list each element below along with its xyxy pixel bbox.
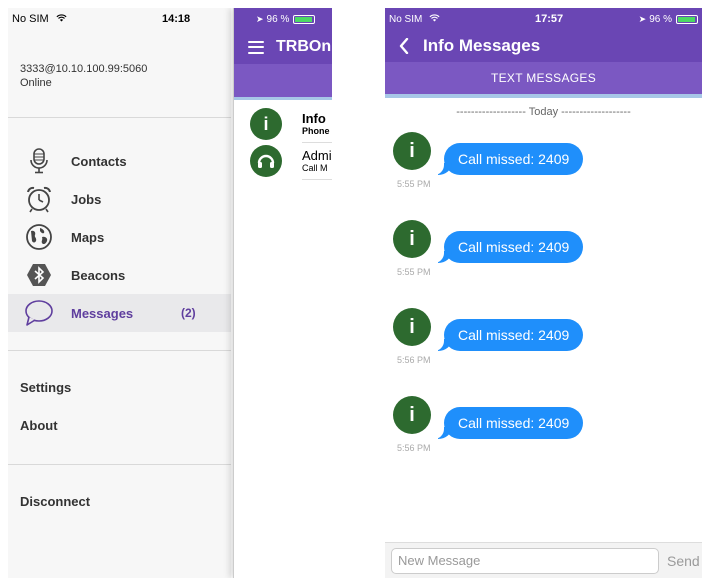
menu-label: Maps: [71, 229, 105, 245]
menu-label: Messages: [71, 305, 134, 321]
settings-item[interactable]: Settings: [8, 368, 231, 406]
app-header: TRBOn: [234, 30, 332, 64]
wifi-icon: [429, 13, 440, 22]
send-button[interactable]: Send: [667, 553, 700, 569]
location-arrow-icon: ➤: [256, 13, 264, 24]
drawer-menu: Contacts Jobs Maps Beacons Messages (2): [8, 142, 231, 332]
battery-status: ➤ 96 %: [639, 14, 698, 25]
about-item[interactable]: About: [8, 406, 231, 444]
menu-label: Contacts: [71, 153, 127, 169]
battery-icon: [676, 14, 698, 24]
account-state: Online: [20, 77, 52, 89]
conversation-name: Info: [302, 110, 326, 126]
microphone-icon: [24, 146, 54, 176]
menu-item-contacts[interactable]: Contacts: [8, 142, 231, 180]
message-bubble[interactable]: Call missed: 2409: [433, 143, 584, 175]
conversation-name: Admi: [302, 147, 332, 163]
tab-text-messages[interactable]: TEXT MESSAGES: [491, 71, 596, 85]
hamburger-menu-icon[interactable]: [248, 40, 264, 54]
conversation-list-screen: ➤ 96 % TRBOn i Info Phone Admi Call M: [233, 8, 332, 578]
message-time: 5:55 PM: [397, 179, 431, 189]
day-separator: ------------------- Today --------------…: [456, 106, 631, 118]
chat-bubble-icon: [24, 298, 54, 328]
message-item: i Call missed: 2409 5:56 PM: [385, 308, 702, 388]
account-address: 3333@10.10.100.99:5060: [20, 63, 148, 75]
disconnect-item[interactable]: Disconnect: [8, 482, 231, 520]
menu-item-jobs[interactable]: Jobs: [8, 180, 231, 218]
clock: 14:18: [162, 13, 191, 25]
message-time: 5:56 PM: [397, 355, 431, 365]
message-composer: Send: [385, 542, 702, 578]
carrier-label: No SIM: [12, 13, 112, 25]
message-item: i Call missed: 2409 5:56 PM: [385, 396, 702, 476]
battery-percent: 96 %: [266, 13, 290, 25]
info-icon: i: [250, 108, 282, 140]
globe-icon: [24, 222, 54, 252]
menu-label: Jobs: [71, 191, 102, 207]
tab-bar: TEXT MESSAGES: [385, 62, 702, 98]
divider: [8, 464, 231, 465]
bluetooth-icon: [24, 260, 54, 290]
divider: [302, 179, 332, 180]
message-bubble[interactable]: Call missed: 2409: [433, 319, 584, 351]
right-phone-screen: No SIM 17:57 ➤ 96 % Info Messages TEXT M…: [385, 8, 702, 578]
menu-label: Beacons: [71, 267, 126, 283]
account-info: 3333@10.10.100.99:5060 Online: [8, 62, 231, 90]
menu-item-maps[interactable]: Maps: [8, 218, 231, 256]
location-arrow-icon: ➤: [638, 13, 647, 24]
message-item: i Call missed: 2409 5:55 PM: [385, 220, 702, 300]
headset-icon: [250, 145, 282, 177]
page-title: Info Messages: [423, 36, 541, 55]
menu-item-messages[interactable]: Messages (2): [8, 294, 231, 332]
unread-badge: (2): [181, 306, 196, 320]
navigation-drawer: No SIM 14:18 3333@10.10.100.99:5060 Onli…: [8, 8, 231, 578]
info-icon: i: [393, 396, 431, 434]
conversation-preview: Call M: [302, 162, 328, 173]
message-input[interactable]: [391, 547, 659, 574]
battery-percent: 96 %: [649, 13, 672, 25]
wifi-icon: [56, 14, 67, 22]
message-time: 5:56 PM: [397, 443, 431, 453]
menu-item-beacons[interactable]: Beacons: [8, 256, 231, 294]
app-title: TRBOn: [276, 38, 332, 55]
clock: 17:57: [535, 13, 564, 25]
back-chevron-icon[interactable]: [399, 38, 409, 54]
conversation-item-info[interactable]: i Info Phone: [234, 106, 332, 142]
message-bubble[interactable]: Call missed: 2409: [433, 231, 584, 263]
info-icon: i: [393, 132, 431, 170]
message-bubble[interactable]: Call missed: 2409: [433, 407, 584, 439]
battery-icon: [293, 14, 316, 24]
alarm-clock-icon: [24, 184, 54, 214]
status-bar: ➤ 96 %: [234, 8, 332, 30]
carrier-label: No SIM: [389, 14, 440, 25]
chat-header: Info Messages: [385, 30, 702, 62]
divider: [8, 350, 231, 351]
message-time: 5:55 PM: [397, 267, 431, 277]
info-icon: i: [393, 220, 431, 258]
conversation-item-admin[interactable]: Admi Call M: [234, 143, 332, 179]
status-bar: No SIM 17:57 ➤ 96 %: [385, 8, 702, 30]
message-item: i Call missed: 2409 5:55 PM: [385, 132, 702, 212]
left-phone-screen: No SIM 14:18 3333@10.10.100.99:5060 Onli…: [8, 8, 332, 578]
divider: [8, 117, 231, 118]
tab-strip: [234, 64, 332, 100]
status-bar: No SIM 14:18: [8, 8, 231, 30]
info-icon: i: [393, 308, 431, 346]
conversation-preview: Phone: [302, 125, 330, 136]
